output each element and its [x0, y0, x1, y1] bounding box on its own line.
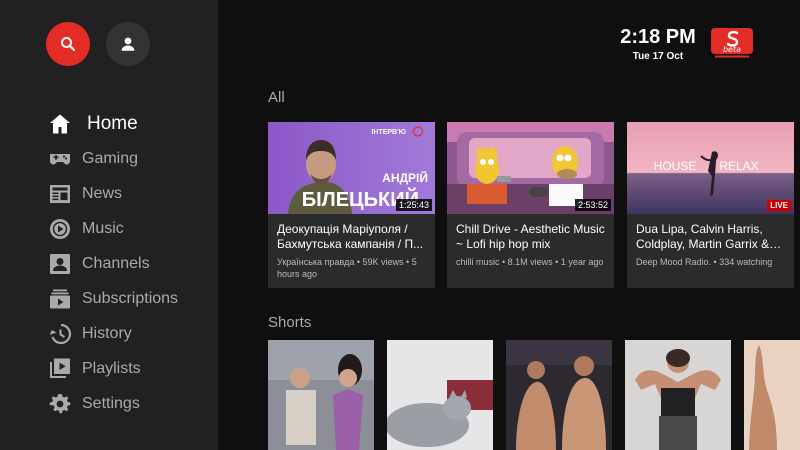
sidebar-item-label: Music — [82, 219, 124, 237]
sidebar-item-label: Gaming — [82, 149, 139, 167]
music-icon — [48, 217, 72, 241]
sidebar-item-channels[interactable]: Channels — [48, 246, 178, 281]
video-duration: 1:25:43 — [395, 199, 432, 211]
account-button[interactable] — [106, 22, 150, 66]
clock-date: Tue 17 Oct — [632, 51, 684, 62]
video-thumbnail: 2:53:52 — [447, 122, 614, 214]
subscriptions-icon — [48, 287, 72, 311]
sidebar-item-playlists[interactable]: Playlists — [48, 351, 178, 386]
clock-time: 2:18 PM — [620, 26, 696, 48]
video-meta: Dua Lipa, Calvin Harris, Coldplay, Marti… — [627, 214, 794, 268]
live-badge: LIVE — [767, 200, 791, 211]
video-subtitle: chilli music • 8.1M views • 1 year ago — [456, 257, 604, 267]
video-card[interactable]: HOUSE RELAX LIVE Dua Lipa, Calvin Harris… — [627, 122, 794, 288]
settings-icon — [48, 392, 72, 416]
video-meta: Деокупація Маріуполя / Бахмутська кампан… — [268, 214, 435, 280]
sidebar-item-label: Playlists — [82, 359, 141, 377]
search-button[interactable] — [46, 22, 90, 66]
sidebar-item-history[interactable]: History — [48, 316, 178, 351]
logo-beta-text: beta — [723, 45, 741, 54]
video-title: Chill Drive - Aesthetic Music ~ Lofi hip… — [456, 222, 605, 251]
playlists-icon — [48, 357, 72, 381]
short-thumbnail — [268, 340, 374, 450]
video-subtitle: Українська правда • 59K views • 5 hours … — [277, 257, 417, 279]
account-icon — [121, 37, 135, 51]
sidebar-item-label: Subscriptions — [82, 289, 179, 307]
short-thumbnail — [625, 340, 731, 450]
thumbnail-tag: ІНТЕРВ'Ю — [371, 129, 406, 136]
sidebar-item-music[interactable]: Music — [48, 211, 178, 246]
sidebar-item-news[interactable]: News — [48, 176, 178, 211]
sidebar-item-subscriptions[interactable]: Subscriptions — [48, 281, 178, 316]
short-card[interactable] — [625, 340, 731, 450]
short-thumbnail — [744, 340, 800, 450]
channels-icon — [48, 252, 72, 276]
sidebar-item-gaming[interactable]: Gaming — [48, 141, 178, 176]
short-thumbnail — [387, 340, 493, 450]
video-title: Dua Lipa, Calvin Harris, Coldplay, Marti… — [636, 222, 770, 251]
video-card[interactable]: АНДРІЙ БІЛЕЦЬКИЙ ІНТЕРВ'Ю 1:25:43 Деокуп… — [268, 122, 435, 288]
short-card[interactable] — [387, 340, 493, 450]
sidebar-item-label: Channels — [82, 254, 150, 272]
thumbnail-caption-2: RELAX — [719, 159, 758, 173]
sidebar-item-label: History — [82, 324, 132, 342]
thumbnail-caption-1: АНДРІЙ — [382, 170, 428, 185]
video-meta: Chill Drive - Aesthetic Music ~ Lofi hip… — [447, 214, 614, 268]
short-card[interactable] — [268, 340, 374, 450]
app-logo: beta — [711, 28, 753, 58]
video-card[interactable]: 2:53:52 Chill Drive - Aesthetic Music ~ … — [447, 122, 614, 288]
search-icon — [61, 37, 76, 52]
video-title: Деокупація Маріуполя / Бахмутська кампан… — [277, 222, 424, 251]
section-title-all: All — [268, 89, 285, 106]
sidebar-item-label: Home — [87, 112, 138, 134]
history-icon — [48, 322, 72, 346]
sidebar-item-home[interactable]: Home — [48, 106, 178, 141]
short-card[interactable] — [744, 340, 800, 450]
sidebar-nav: Home Gaming News Music Channels Subscrip… — [48, 106, 178, 421]
short-thumbnail — [506, 340, 612, 450]
sidebar-item-label: News — [82, 184, 123, 202]
short-card[interactable] — [506, 340, 612, 450]
gaming-icon — [48, 147, 72, 171]
sidebar-item-settings[interactable]: Settings — [48, 386, 178, 421]
news-icon — [48, 182, 72, 206]
clock: 2:18 PM Tue 17 Oct — [612, 26, 704, 62]
video-thumbnail: АНДРІЙ БІЛЕЦЬКИЙ ІНТЕРВ'Ю 1:25:43 — [268, 122, 435, 214]
video-duration: 2:53:52 — [574, 199, 611, 211]
video-thumbnail: HOUSE RELAX LIVE — [627, 122, 794, 214]
video-subtitle: Deep Mood Radio. • 334 watching — [636, 257, 773, 267]
section-title-shorts: Shorts — [268, 314, 312, 331]
sidebar-item-label: Settings — [82, 394, 140, 412]
sidebar: Home Gaming News Music Channels Subscrip… — [0, 0, 218, 450]
thumbnail-caption-1: HOUSE — [654, 159, 697, 173]
home-icon — [48, 112, 72, 136]
